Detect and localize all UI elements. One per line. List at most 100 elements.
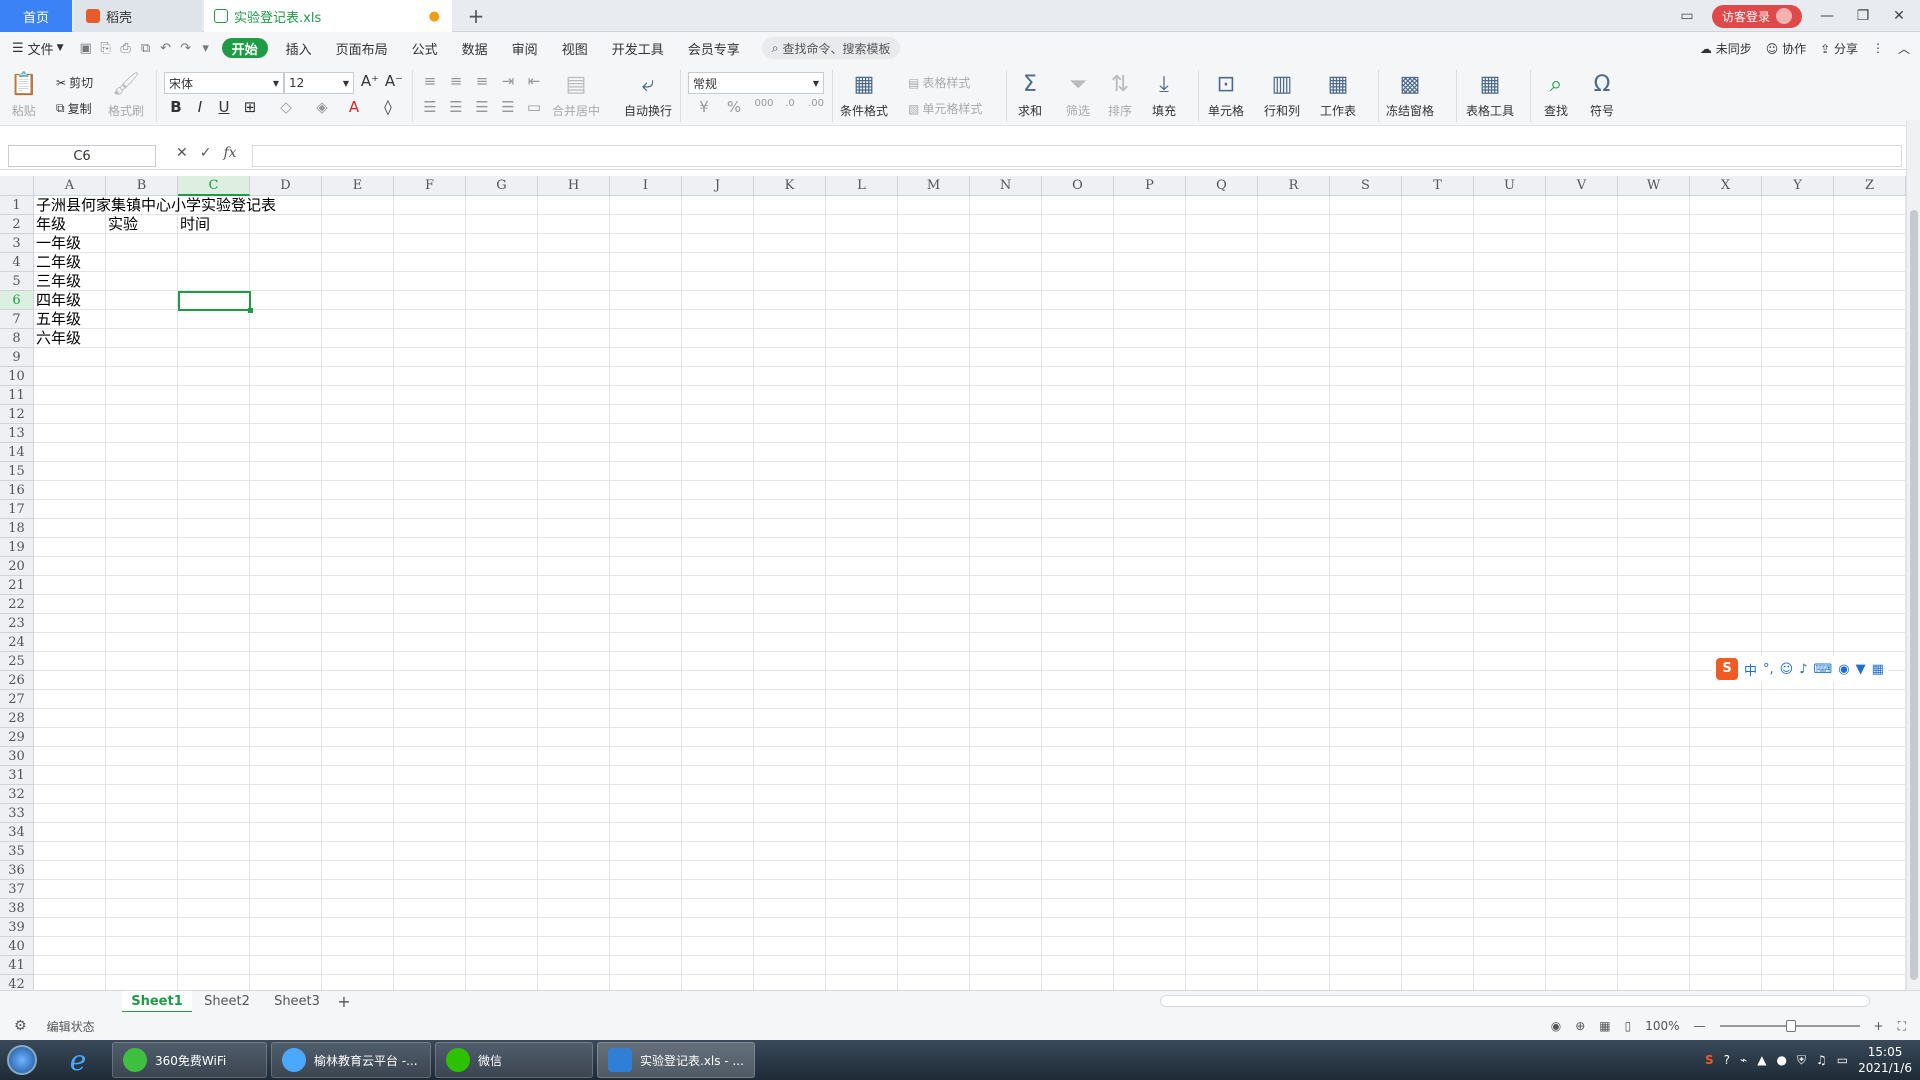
sogou-tray-icon[interactable]: S [1705, 1053, 1714, 1067]
taskbar-browser[interactable]: 榆林教育云平台 -... [271, 1042, 431, 1078]
zoom-out-icon[interactable]: — [1694, 1019, 1706, 1033]
row-col-button[interactable]: ▥ 行和列 [1264, 68, 1300, 119]
clock[interactable]: 15:05 2021/1/6 [1858, 1044, 1912, 1076]
close-icon[interactable]: ✕ [1888, 8, 1910, 24]
column-header-f[interactable]: F [394, 176, 466, 196]
row-header-36[interactable]: 36 [0, 861, 33, 880]
fill-button[interactable]: ⤓ 填充 [1152, 68, 1176, 119]
column-header-c[interactable]: C [178, 176, 250, 196]
column-header-s[interactable]: S [1330, 176, 1402, 196]
filter-button[interactable]: ⏷ 筛选 [1066, 68, 1090, 119]
font-color-icon[interactable]: A [344, 98, 364, 116]
column-header-g[interactable]: G [466, 176, 538, 196]
distributed-icon[interactable]: ▭ [524, 98, 544, 116]
decrease-font-icon[interactable]: A⁻ [384, 72, 404, 90]
sheet-tab-1[interactable]: Sheet1 [122, 991, 192, 1013]
cell-fill-icon[interactable]: ◇ [276, 98, 296, 116]
align-top-icon[interactable]: ≡ [420, 72, 440, 90]
undo-icon[interactable]: ↶ [156, 41, 176, 56]
merge-center-button[interactable]: ▤ 合并居中 [552, 68, 600, 119]
row-header-17[interactable]: 17 [0, 500, 33, 519]
add-sheet-icon[interactable]: + [332, 991, 356, 1013]
align-middle-icon[interactable]: ≡ [446, 72, 466, 90]
cell-a1[interactable]: 子洲县何家集镇中心小学实验登记表 [34, 196, 276, 215]
normal-view-icon[interactable]: ▦ [1599, 1019, 1610, 1033]
row-header-20[interactable]: 20 [0, 557, 33, 576]
decimal-decrease-icon[interactable]: .00 [806, 98, 826, 109]
column-header-w[interactable]: W [1618, 176, 1690, 196]
collapse-ribbon-icon[interactable]: ︿ [1898, 40, 1910, 57]
row-header-27[interactable]: 27 [0, 690, 33, 709]
menu-view[interactable]: 视图 [550, 32, 600, 64]
row-header-9[interactable]: 9 [0, 348, 33, 367]
command-search[interactable]: ⌕ 查找命令、搜索模板 [761, 37, 901, 59]
cell-b2[interactable]: 实验 [106, 215, 138, 234]
row-header-25[interactable]: 25 [0, 652, 33, 671]
cell-a4[interactable]: 二年级 [34, 253, 81, 272]
row-header-15[interactable]: 15 [0, 462, 33, 481]
paste-button[interactable]: 📋 粘贴 [10, 68, 37, 119]
align-right-icon[interactable]: ☰ [472, 98, 492, 116]
taskbar-wechat[interactable]: 微信 [435, 1042, 593, 1078]
window-count-icon[interactable]: ▭ [1676, 8, 1698, 24]
zoom-in-icon[interactable]: + [1874, 1019, 1884, 1033]
formula-input[interactable] [252, 145, 1902, 167]
cell-a7[interactable]: 五年级 [34, 310, 81, 329]
zoom-slider-knob[interactable] [1785, 1020, 1796, 1032]
row-header-1[interactable]: 1 [0, 196, 33, 215]
symbol-button[interactable]: Ω 符号 [1590, 68, 1614, 119]
thousands-icon[interactable]: 000 [754, 98, 774, 109]
eye-protection-icon[interactable]: ◉ [1551, 1019, 1561, 1033]
ime-tray-icon[interactable]: ● [1776, 1053, 1786, 1067]
column-header-v[interactable]: V [1546, 176, 1618, 196]
column-header-e[interactable]: E [322, 176, 394, 196]
column-header-i[interactable]: I [610, 176, 682, 196]
row-header-24[interactable]: 24 [0, 633, 33, 652]
column-header-k[interactable]: K [754, 176, 826, 196]
table-tools-button[interactable]: ▦ 表格工具 [1466, 68, 1514, 119]
indent-increase-icon[interactable]: ⇥ [498, 72, 518, 90]
wrap-text-button[interactable]: ⤶ 自动换行 [624, 68, 672, 119]
row-header-19[interactable]: 19 [0, 538, 33, 557]
cell-area[interactable]: 子洲县何家集镇中心小学实验登记表 年级 实验 时间 一年级 二年级 三年级 四年级 五年级 六年级 [34, 196, 1906, 990]
number-format-select[interactable]: 常规 ▼ [688, 72, 824, 94]
indent-decrease-icon[interactable]: ⇤ [524, 72, 544, 90]
column-header-y[interactable]: Y [1762, 176, 1834, 196]
menu-page-layout[interactable]: 页面布局 [324, 32, 400, 64]
menu-insert[interactable]: 插入 [274, 32, 324, 64]
share-button[interactable]: ⇪ 分享 [1820, 40, 1858, 57]
zoom-slider[interactable] [1719, 1020, 1860, 1032]
cell-a2[interactable]: 年级 [34, 215, 66, 234]
row-header-13[interactable]: 13 [0, 424, 33, 443]
align-center-icon[interactable]: ☰ [446, 98, 466, 116]
increase-font-icon[interactable]: A⁺ [360, 72, 380, 90]
clear-icon[interactable]: ◊ [378, 98, 398, 116]
minimize-icon[interactable]: — [1816, 8, 1838, 24]
cell-c2[interactable]: 时间 [178, 215, 210, 234]
vertical-scroll-thumb[interactable] [1910, 210, 1918, 980]
confirm-icon[interactable]: ✓ [200, 145, 212, 161]
cancel-icon[interactable]: ✕ [176, 145, 188, 161]
row-header-6[interactable]: 6 [0, 291, 33, 310]
vertical-scrollbar[interactable] [1906, 120, 1920, 990]
fill-color-icon[interactable]: ◈ [312, 98, 332, 116]
tab-daoke[interactable]: 稻壳 [74, 0, 202, 32]
row-header-34[interactable]: 34 [0, 823, 33, 842]
cell-button[interactable]: ⊡ 单元格 [1208, 68, 1244, 119]
menu-formula[interactable]: 公式 [400, 32, 450, 64]
row-header-29[interactable]: 29 [0, 728, 33, 747]
conditional-format-button[interactable]: ▦ 条件格式 [840, 68, 888, 119]
cell-a6[interactable]: 四年级 [34, 291, 81, 310]
taskbar-wifi[interactable]: 360免费WiFi [112, 1042, 267, 1078]
menu-data[interactable]: 数据 [450, 32, 500, 64]
row-header-40[interactable]: 40 [0, 937, 33, 956]
bold-icon[interactable]: B [166, 98, 186, 116]
row-header-41[interactable]: 41 [0, 956, 33, 975]
volume-icon[interactable]: ♫ [1816, 1053, 1827, 1067]
row-header-31[interactable]: 31 [0, 766, 33, 785]
cell-a3[interactable]: 一年级 [34, 234, 81, 253]
sort-button[interactable]: ⇅ 排序 [1108, 68, 1132, 119]
row-header-18[interactable]: 18 [0, 519, 33, 538]
menu-member[interactable]: 会员专享 [676, 32, 752, 64]
collab-button[interactable]: ☺ 协作 [1766, 40, 1806, 57]
